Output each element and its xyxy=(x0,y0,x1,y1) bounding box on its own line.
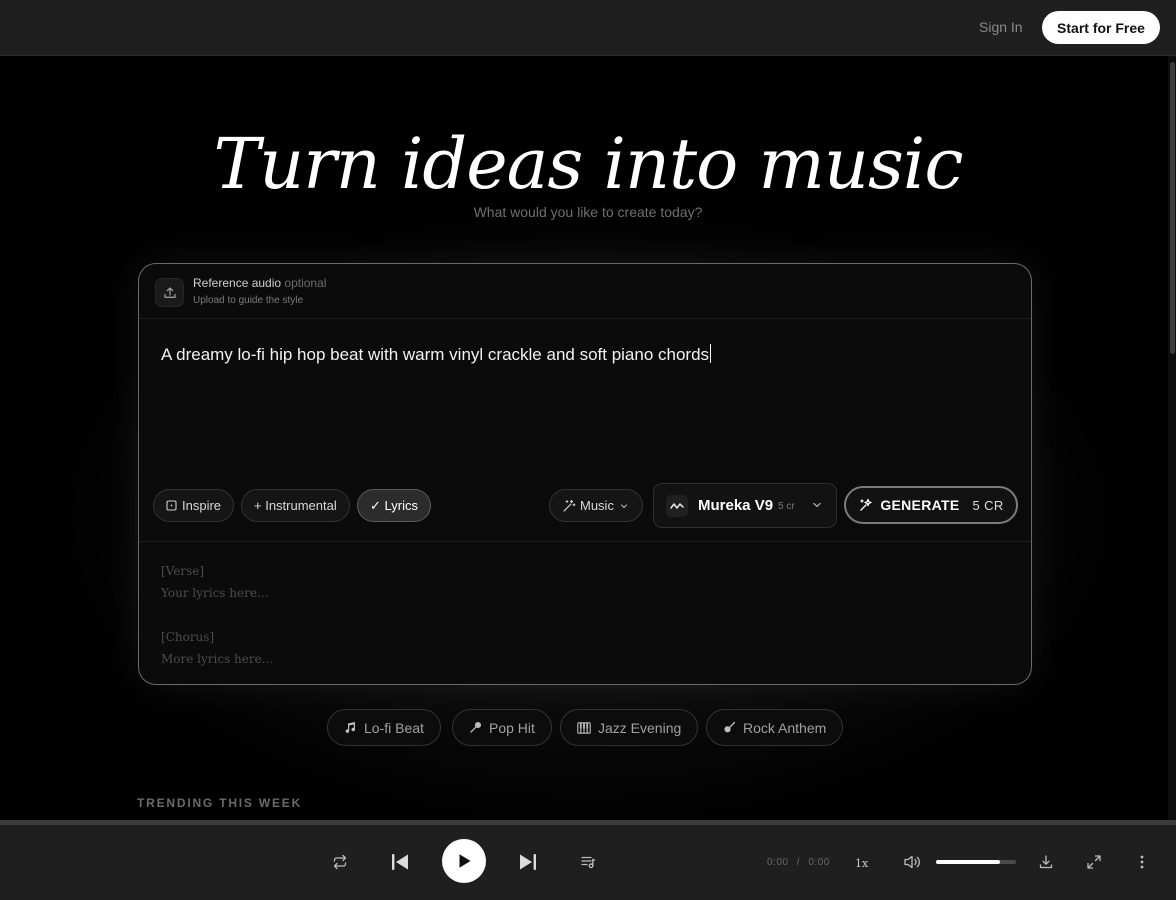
upload-icon xyxy=(163,286,176,298)
fullscreen-button[interactable] xyxy=(1084,852,1104,872)
lyrics-chorus-line: More lyrics here... xyxy=(161,652,274,666)
download-button[interactable] xyxy=(1036,852,1056,872)
instrumental-label: + Instrumental xyxy=(254,498,337,513)
lyrics-label: ✓ Lyrics xyxy=(370,497,418,513)
playback-time: 0:00 / 0:00 xyxy=(767,857,830,868)
volume-slider[interactable] xyxy=(936,860,1016,864)
reference-audio-row[interactable]: Reference audio optional Upload to guide… xyxy=(139,264,1031,319)
more-vertical-icon xyxy=(1140,855,1144,869)
suggestion-label: Rock Anthem xyxy=(743,719,827,736)
skip-forward-icon xyxy=(520,854,536,870)
generate-button[interactable]: GENERATE 5 CR xyxy=(844,486,1018,524)
duration-time: 0:00 xyxy=(808,857,830,868)
suggestion-label: Pop Hit xyxy=(489,719,535,736)
suggestion-rock-anthem[interactable]: Rock Anthem xyxy=(706,709,844,746)
playlist-icon xyxy=(581,856,596,869)
mode-label: Music xyxy=(580,498,614,513)
chevron-down-icon xyxy=(620,503,628,508)
create-card: Reference audio optional Upload to guide… xyxy=(138,263,1032,685)
piano-icon xyxy=(577,721,591,734)
reference-audio-subtitle: Upload to guide the style xyxy=(193,295,304,306)
lyrics-verse-tag: [Verse] xyxy=(161,564,205,578)
lyrics-verse-line: Your lyrics here... xyxy=(161,586,269,600)
suggestion-pop-hit[interactable]: Pop Hit xyxy=(452,709,552,746)
model-logo-icon xyxy=(666,495,688,517)
volume-slider-fill xyxy=(936,860,1000,864)
repeat-icon xyxy=(333,854,347,870)
microphone-icon xyxy=(470,721,482,733)
download-icon xyxy=(1039,855,1053,869)
upload-button[interactable] xyxy=(155,278,184,307)
volume-icon xyxy=(904,855,920,869)
lyrics-chorus-tag: [Chorus] xyxy=(161,630,215,644)
reference-audio-label: Reference audio xyxy=(193,276,282,290)
model-chevron-down-icon xyxy=(813,502,821,508)
time-separator: / xyxy=(796,857,801,868)
prompt-textarea[interactable]: A dreamy lo-fi hip hop beat with warm vi… xyxy=(161,344,712,365)
prompt-text: A dreamy lo-fi hip hop beat with warm vi… xyxy=(161,345,710,364)
current-time: 0:00 xyxy=(767,857,789,868)
lyrics-gap xyxy=(161,604,273,626)
magic-wand-icon xyxy=(563,499,576,512)
queue-button[interactable] xyxy=(578,852,598,872)
guitar-icon xyxy=(724,721,736,733)
start-for-free-button[interactable]: Start for Free xyxy=(1042,11,1160,44)
model-name: Mureka V9 xyxy=(698,497,774,514)
top-header: Sign In Start for Free xyxy=(0,0,1176,56)
suggestion-label: Lo-fi Beat xyxy=(364,719,424,736)
model-select[interactable]: Mureka V9 5 cr xyxy=(653,483,837,528)
text-caret xyxy=(710,344,712,363)
play-button[interactable] xyxy=(442,839,486,883)
repeat-button[interactable] xyxy=(330,852,350,872)
previous-track-button[interactable] xyxy=(388,850,412,874)
dice-icon xyxy=(166,500,177,511)
inspire-label: Inspire xyxy=(182,498,222,513)
hero-title: Turn ideas into music xyxy=(213,123,963,205)
expand-icon xyxy=(1087,855,1101,869)
suggestion-jazz-evening[interactable]: Jazz Evening xyxy=(560,709,699,746)
lyrics-chip[interactable]: ✓ Lyrics xyxy=(357,489,431,522)
next-track-button[interactable] xyxy=(516,850,540,874)
generate-label: GENERATE xyxy=(880,497,960,513)
card-divider xyxy=(139,541,1031,542)
main-content: Turn ideas into music What would you lik… xyxy=(0,56,1176,820)
suggestion-lofi-beat[interactable]: Lo-fi Beat xyxy=(327,709,441,746)
skip-back-icon xyxy=(392,854,408,870)
play-icon xyxy=(459,854,471,868)
volume-button[interactable] xyxy=(902,852,922,872)
more-options-button[interactable] xyxy=(1134,852,1150,872)
music-note-icon xyxy=(345,722,355,733)
trending-heading: TRENDING THIS WEEK xyxy=(137,796,303,810)
lyrics-textarea[interactable]: [Verse] Your lyrics here... [Chorus] Mor… xyxy=(161,560,273,670)
reference-audio-title: Reference audio optional xyxy=(193,276,326,290)
model-credits: 5 cr xyxy=(778,501,795,512)
reference-optional-label: optional xyxy=(284,276,327,290)
instrumental-chip[interactable]: + Instrumental xyxy=(241,489,350,522)
playback-speed-button[interactable]: 1x xyxy=(855,857,868,870)
mode-select[interactable]: Music xyxy=(549,489,643,522)
sign-in-link[interactable]: Sign In xyxy=(979,19,1023,35)
generate-credits: 5 CR xyxy=(972,497,1004,513)
inspire-chip[interactable]: Inspire xyxy=(153,489,235,522)
hero-subtitle: What would you like to create today? xyxy=(473,204,703,220)
suggestion-label: Jazz Evening xyxy=(598,719,682,736)
sparkle-icon xyxy=(860,498,872,511)
audio-player: 0:00 / 0:00 1x xyxy=(0,825,1176,900)
